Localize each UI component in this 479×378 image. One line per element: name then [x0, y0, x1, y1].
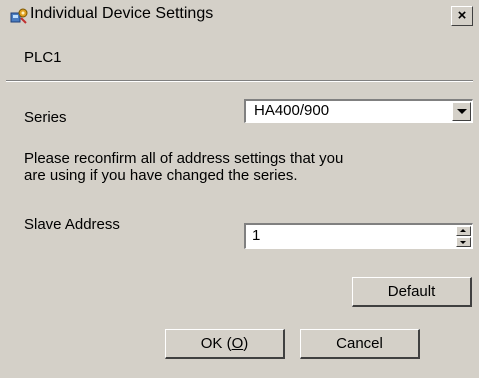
- dialog-window: Individual Device Settings × PLC1 Series…: [0, 0, 479, 378]
- ok-button[interactable]: OK (O): [165, 329, 285, 359]
- default-button-label: Default: [387, 283, 436, 300]
- series-value: HA400/900: [254, 102, 330, 119]
- spin-up-button[interactable]: [456, 226, 471, 236]
- ok-button-label-suffix: ): [243, 335, 249, 352]
- close-button[interactable]: ×: [451, 6, 473, 26]
- spin-down-icon: [460, 241, 466, 244]
- device-name: PLC1: [24, 49, 62, 66]
- device-settings-icon: [10, 8, 28, 24]
- cancel-button-label: Cancel: [336, 335, 383, 352]
- ok-button-mnemonic: O: [231, 335, 244, 352]
- slave-address-stepper[interactable]: 1: [244, 223, 473, 249]
- series-label: Series: [24, 109, 67, 126]
- window-title: Individual Device Settings: [30, 5, 214, 22]
- stepper-buttons: [456, 226, 471, 247]
- series-dropdown-button[interactable]: [452, 102, 471, 121]
- spin-up-icon: [460, 229, 466, 232]
- chevron-down-icon: [457, 109, 467, 114]
- close-icon: ×: [457, 7, 467, 24]
- separator-highlight: [6, 81, 473, 82]
- series-select[interactable]: HA400/900: [244, 99, 473, 123]
- cancel-button[interactable]: Cancel: [300, 329, 420, 359]
- spin-down-button[interactable]: [456, 237, 471, 247]
- default-button[interactable]: Default: [352, 277, 472, 307]
- slave-address-value[interactable]: 1: [252, 227, 260, 244]
- title-bar[interactable]: Individual Device Settings ×: [0, 0, 479, 30]
- ok-button-label-prefix: OK (: [200, 335, 232, 352]
- series-change-note: Please reconfirm all of address settings…: [24, 150, 344, 184]
- slave-address-label: Slave Address: [24, 216, 120, 233]
